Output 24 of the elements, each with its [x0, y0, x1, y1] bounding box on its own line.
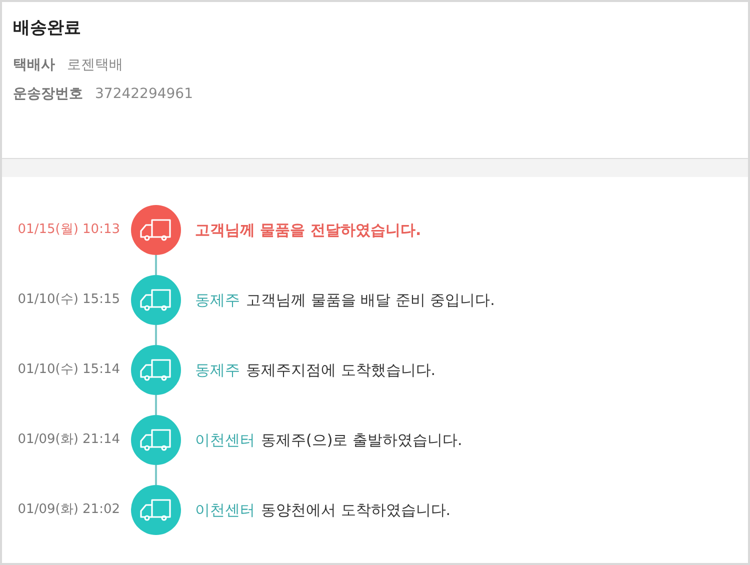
truck-icon: [139, 497, 173, 523]
location-label: 동제주: [195, 360, 240, 381]
info-value: 로젠택배: [67, 56, 123, 75]
event-message: 동양천에서 도착하였습니다.: [261, 500, 451, 521]
info-label: 운송장번호: [13, 85, 83, 104]
status-title: 배송완료: [13, 17, 81, 40]
event-message: 고객님께 물품을 배달 준비 중입니다.: [246, 290, 495, 311]
event-time: 01/09(화) 21:14: [16, 431, 120, 450]
event-message: 동제주지점에 도착했습니다.: [246, 360, 436, 381]
info-value: 37242294961: [95, 85, 193, 104]
event-time: 01/10(수) 15:14: [16, 361, 120, 380]
event-time: 01/15(월) 10:13: [16, 221, 120, 240]
truck-icon: [139, 287, 173, 313]
location-label: 동제주: [195, 290, 240, 311]
info-label: 택배사: [13, 56, 55, 75]
event-time: 01/10(수) 15:15: [16, 291, 120, 310]
event-message: 동제주(으)로 출발하였습니다.: [261, 430, 462, 451]
truck-icon: [139, 427, 173, 453]
event-time: 01/09(화) 21:02: [16, 501, 120, 520]
event-message: 고객님께 물품을 전달하였습니다.: [195, 220, 422, 241]
truck-icon: [139, 217, 173, 243]
location-label: 이천센터: [195, 430, 255, 451]
truck-icon: [139, 357, 173, 383]
location-label: 이천센터: [195, 500, 255, 521]
